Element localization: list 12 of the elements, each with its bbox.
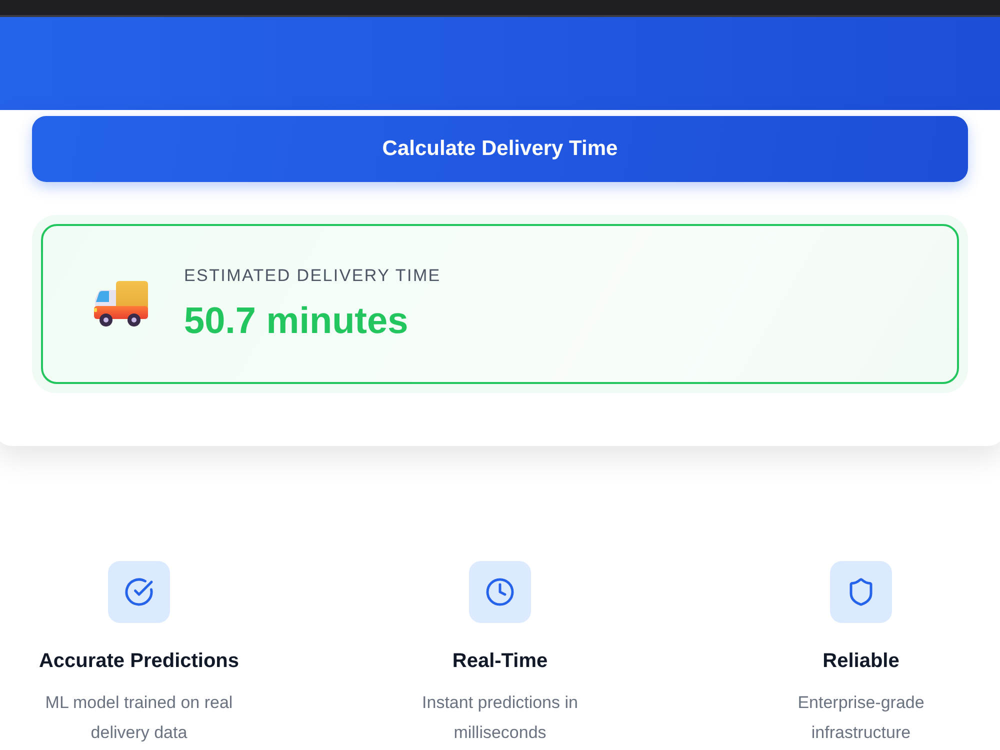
feature-title: Accurate Predictions bbox=[38, 649, 240, 673]
shield-icon bbox=[830, 561, 892, 623]
truck-icon bbox=[94, 281, 148, 327]
clock-icon bbox=[469, 561, 531, 623]
feature-title: Reliable bbox=[822, 649, 900, 673]
delivery-time-value: 50.7 minutes bbox=[184, 300, 410, 342]
feature-description: ML model trained on real delivery data bbox=[44, 692, 234, 744]
feature-description: Enterprise-grade infrastructure bbox=[796, 692, 926, 744]
feature-title: Real-Time bbox=[452, 649, 548, 673]
feature-description: Instant predictions in milliseconds bbox=[421, 692, 579, 744]
calculate-button[interactable]: Calculate Delivery Time bbox=[32, 116, 968, 182]
result-label: ESTIMATED DELIVERY TIME bbox=[184, 266, 441, 286]
